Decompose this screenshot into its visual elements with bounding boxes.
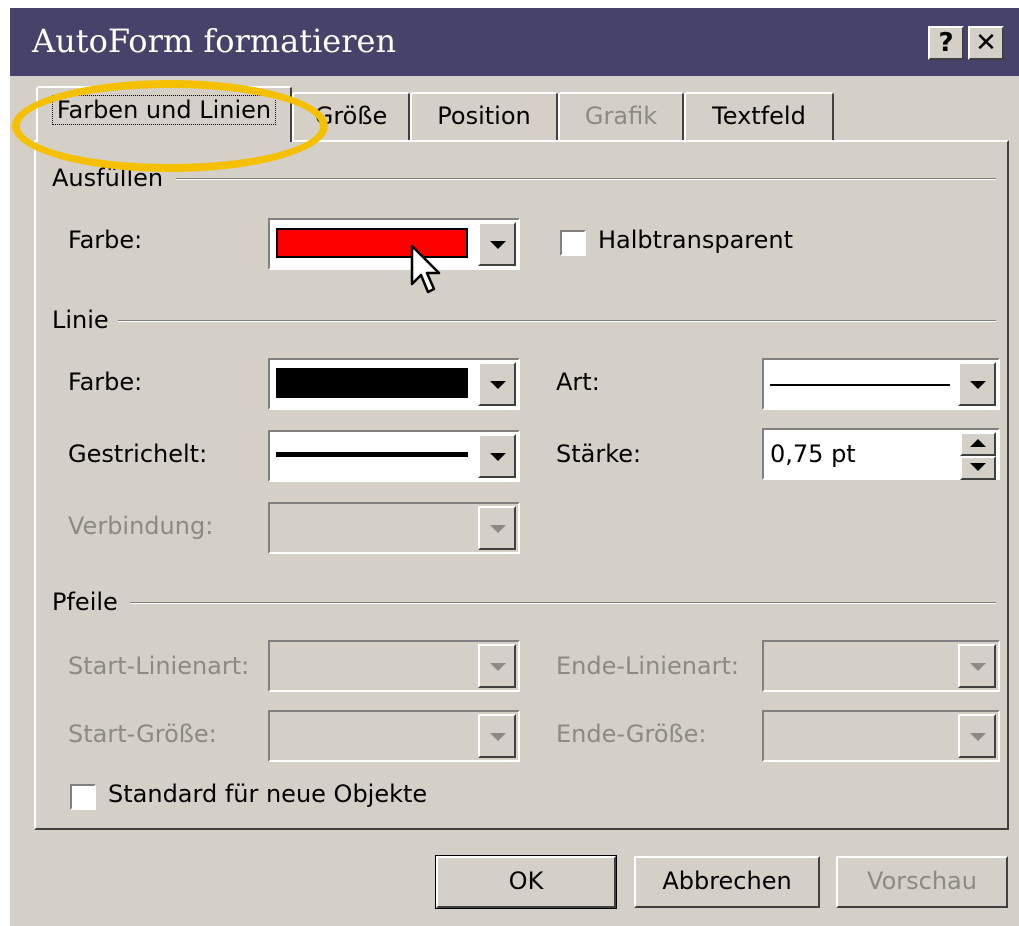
- end-style-dropdown[interactable]: [762, 640, 1000, 692]
- weight-spinbox[interactable]: 0,75 pt: [762, 428, 1000, 480]
- tab-label: Position: [437, 102, 531, 130]
- cancel-label: Abbrechen: [662, 867, 792, 895]
- weight-value[interactable]: 0,75 pt: [770, 440, 856, 468]
- help-button[interactable]: ?: [928, 26, 964, 60]
- chevron-down-icon[interactable]: [478, 222, 516, 266]
- end-size-dropdown[interactable]: [762, 710, 1000, 762]
- line-color-label: Farbe:: [68, 368, 143, 396]
- start-size-label: Start-Größe:: [68, 720, 217, 748]
- semitransparent-label: Halbtransparent: [598, 226, 794, 254]
- end-size-label: Ende-Größe:: [556, 720, 707, 748]
- weight-label: Stärke:: [556, 440, 642, 468]
- tab-label: Textfeld: [712, 102, 806, 130]
- start-size-dropdown[interactable]: [268, 710, 520, 762]
- help-icon: ?: [938, 28, 954, 58]
- weight-spinner[interactable]: [960, 432, 996, 480]
- line-style-label: Art:: [556, 368, 600, 396]
- line-color-swatch: [276, 368, 468, 398]
- ok-button[interactable]: OK: [435, 855, 617, 909]
- chevron-down-icon[interactable]: [478, 644, 516, 688]
- chevron-down-icon[interactable]: [958, 714, 996, 758]
- start-style-label: Start-Linienart:: [68, 652, 250, 680]
- fill-color-dropdown[interactable]: [268, 218, 520, 270]
- connector-dropdown[interactable]: [268, 502, 520, 554]
- close-button[interactable]: ✕: [968, 26, 1004, 60]
- fill-color-label: Farbe:: [68, 226, 143, 254]
- ok-label: OK: [508, 867, 544, 895]
- section-arrows-title: Pfeile: [52, 588, 118, 616]
- chevron-down-icon[interactable]: [478, 506, 516, 550]
- window-title: AutoForm formatieren: [32, 22, 397, 60]
- tab-label: Grafik: [584, 102, 658, 130]
- close-icon: ✕: [975, 28, 997, 58]
- default-objects-checkbox[interactable]: [70, 784, 96, 810]
- section-divider: [130, 602, 996, 604]
- title-bar: AutoForm formatieren: [10, 8, 1019, 76]
- section-fill-title: Ausfüllen: [52, 164, 164, 192]
- chevron-down-icon[interactable]: [478, 714, 516, 758]
- section-divider: [176, 178, 996, 180]
- chevron-down-icon[interactable]: [478, 434, 516, 478]
- section-line-title: Linie: [52, 306, 109, 334]
- start-style-dropdown[interactable]: [268, 640, 520, 692]
- connector-label: Verbindung:: [68, 512, 214, 540]
- dash-style-preview: [276, 452, 468, 457]
- dashed-dropdown[interactable]: [268, 430, 520, 482]
- line-color-dropdown[interactable]: [268, 358, 520, 410]
- end-style-label: Ende-Linienart:: [556, 652, 739, 680]
- tab-farben-und-linien[interactable]: Farben und Linien: [36, 86, 292, 142]
- tab-position[interactable]: Position: [410, 92, 558, 142]
- preview-button[interactable]: Vorschau: [836, 856, 1008, 908]
- cancel-button[interactable]: Abbrechen: [634, 856, 820, 908]
- semitransparent-checkbox[interactable]: [560, 230, 586, 256]
- mouse-cursor-icon: [410, 244, 441, 294]
- chevron-down-icon[interactable]: [478, 362, 516, 406]
- line-style-preview: [770, 384, 950, 386]
- tab-grafik[interactable]: Grafik: [558, 92, 684, 142]
- spin-up-icon[interactable]: [960, 432, 996, 456]
- tab-groesse[interactable]: Größe: [292, 92, 410, 142]
- default-objects-label: Standard für neue Objekte: [108, 780, 428, 808]
- tab-label: Farben und Linien: [51, 95, 277, 125]
- section-divider: [118, 320, 996, 322]
- chevron-down-icon[interactable]: [958, 644, 996, 688]
- tab-label: Größe: [314, 102, 388, 130]
- line-style-dropdown[interactable]: [762, 358, 1000, 410]
- tab-textfeld[interactable]: Textfeld: [684, 92, 834, 142]
- preview-label: Vorschau: [867, 867, 977, 895]
- spin-down-icon[interactable]: [960, 456, 996, 480]
- dashed-label: Gestrichelt:: [68, 440, 208, 468]
- chevron-down-icon[interactable]: [958, 362, 996, 406]
